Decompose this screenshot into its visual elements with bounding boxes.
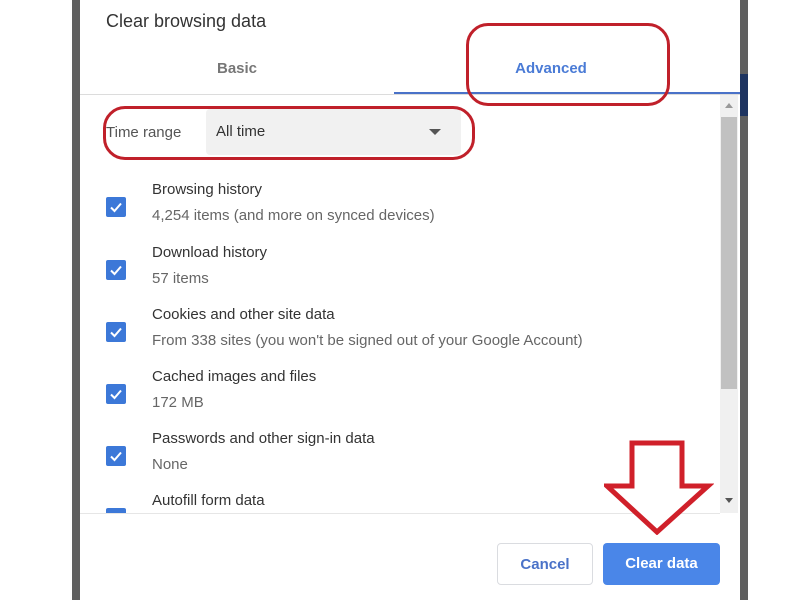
item-subtitle: None — [152, 456, 188, 473]
checkbox-download-history[interactable] — [106, 260, 126, 280]
item-title: Passwords and other sign-in data — [152, 430, 375, 447]
checkmark-icon — [110, 451, 122, 462]
checkbox-cookies[interactable] — [106, 322, 126, 342]
scroll-up-arrow-icon[interactable] — [725, 103, 733, 108]
list-item: Passwords and other sign-in data None — [106, 430, 706, 486]
item-subtitle: 4,254 items (and more on synced devices) — [152, 207, 435, 224]
scrollbar-thumb[interactable] — [721, 117, 737, 389]
tab-bar: Basic Advanced — [80, 48, 740, 95]
list-item: Cached images and files 172 MB — [106, 368, 706, 424]
item-title: Cookies and other site data — [152, 306, 335, 323]
item-subtitle: 172 MB — [152, 394, 204, 411]
background-page-left — [0, 0, 72, 600]
content-scrollbar[interactable] — [720, 95, 738, 513]
checkmark-icon — [110, 265, 122, 276]
time-range-row: Time range All time — [106, 109, 461, 155]
time-range-value: All time — [216, 123, 266, 140]
footer-divider — [80, 513, 720, 514]
checkmark-icon — [110, 327, 122, 338]
dialog-left-shadow — [72, 0, 80, 600]
checkbox-browsing-history[interactable] — [106, 197, 126, 217]
item-title: Browsing history — [152, 181, 263, 198]
checkmark-icon — [110, 389, 122, 400]
background-page-right — [748, 0, 800, 600]
list-item: Autofill form data — [106, 492, 706, 513]
tab-advanced[interactable]: Advanced — [394, 48, 708, 94]
list-item: Cookies and other site data From 338 sit… — [106, 306, 706, 362]
item-subtitle: From 338 sites (you won't be signed out … — [152, 332, 583, 349]
scroll-down-arrow-icon[interactable] — [725, 498, 733, 503]
background-page-accent — [740, 74, 748, 116]
clear-browsing-data-dialog: Clear browsing data Basic Advanced Time … — [80, 0, 740, 600]
tab-basic[interactable]: Basic — [80, 48, 394, 94]
item-title: Cached images and files — [152, 368, 317, 385]
checkbox-passwords[interactable] — [106, 446, 126, 466]
item-title: Autofill form data — [152, 492, 265, 509]
dialog-content: Time range All time Browsing history 4,2… — [80, 95, 740, 513]
item-title: Download history — [152, 244, 268, 261]
item-subtitle: 57 items — [152, 270, 209, 287]
checkmark-icon — [110, 202, 122, 213]
dialog-title: Clear browsing data — [106, 11, 267, 31]
time-range-label: Time range — [106, 123, 182, 141]
checkbox-cached-images[interactable] — [106, 384, 126, 404]
time-range-select[interactable]: All time — [206, 109, 461, 155]
list-item: Download history 57 items — [106, 244, 706, 300]
list-item: Browsing history 4,254 items (and more o… — [106, 181, 706, 237]
dropdown-caret-icon — [429, 129, 441, 135]
active-tab-indicator — [394, 92, 740, 94]
cancel-button[interactable]: Cancel — [497, 543, 593, 585]
clear-data-button[interactable]: Clear data — [603, 543, 720, 585]
